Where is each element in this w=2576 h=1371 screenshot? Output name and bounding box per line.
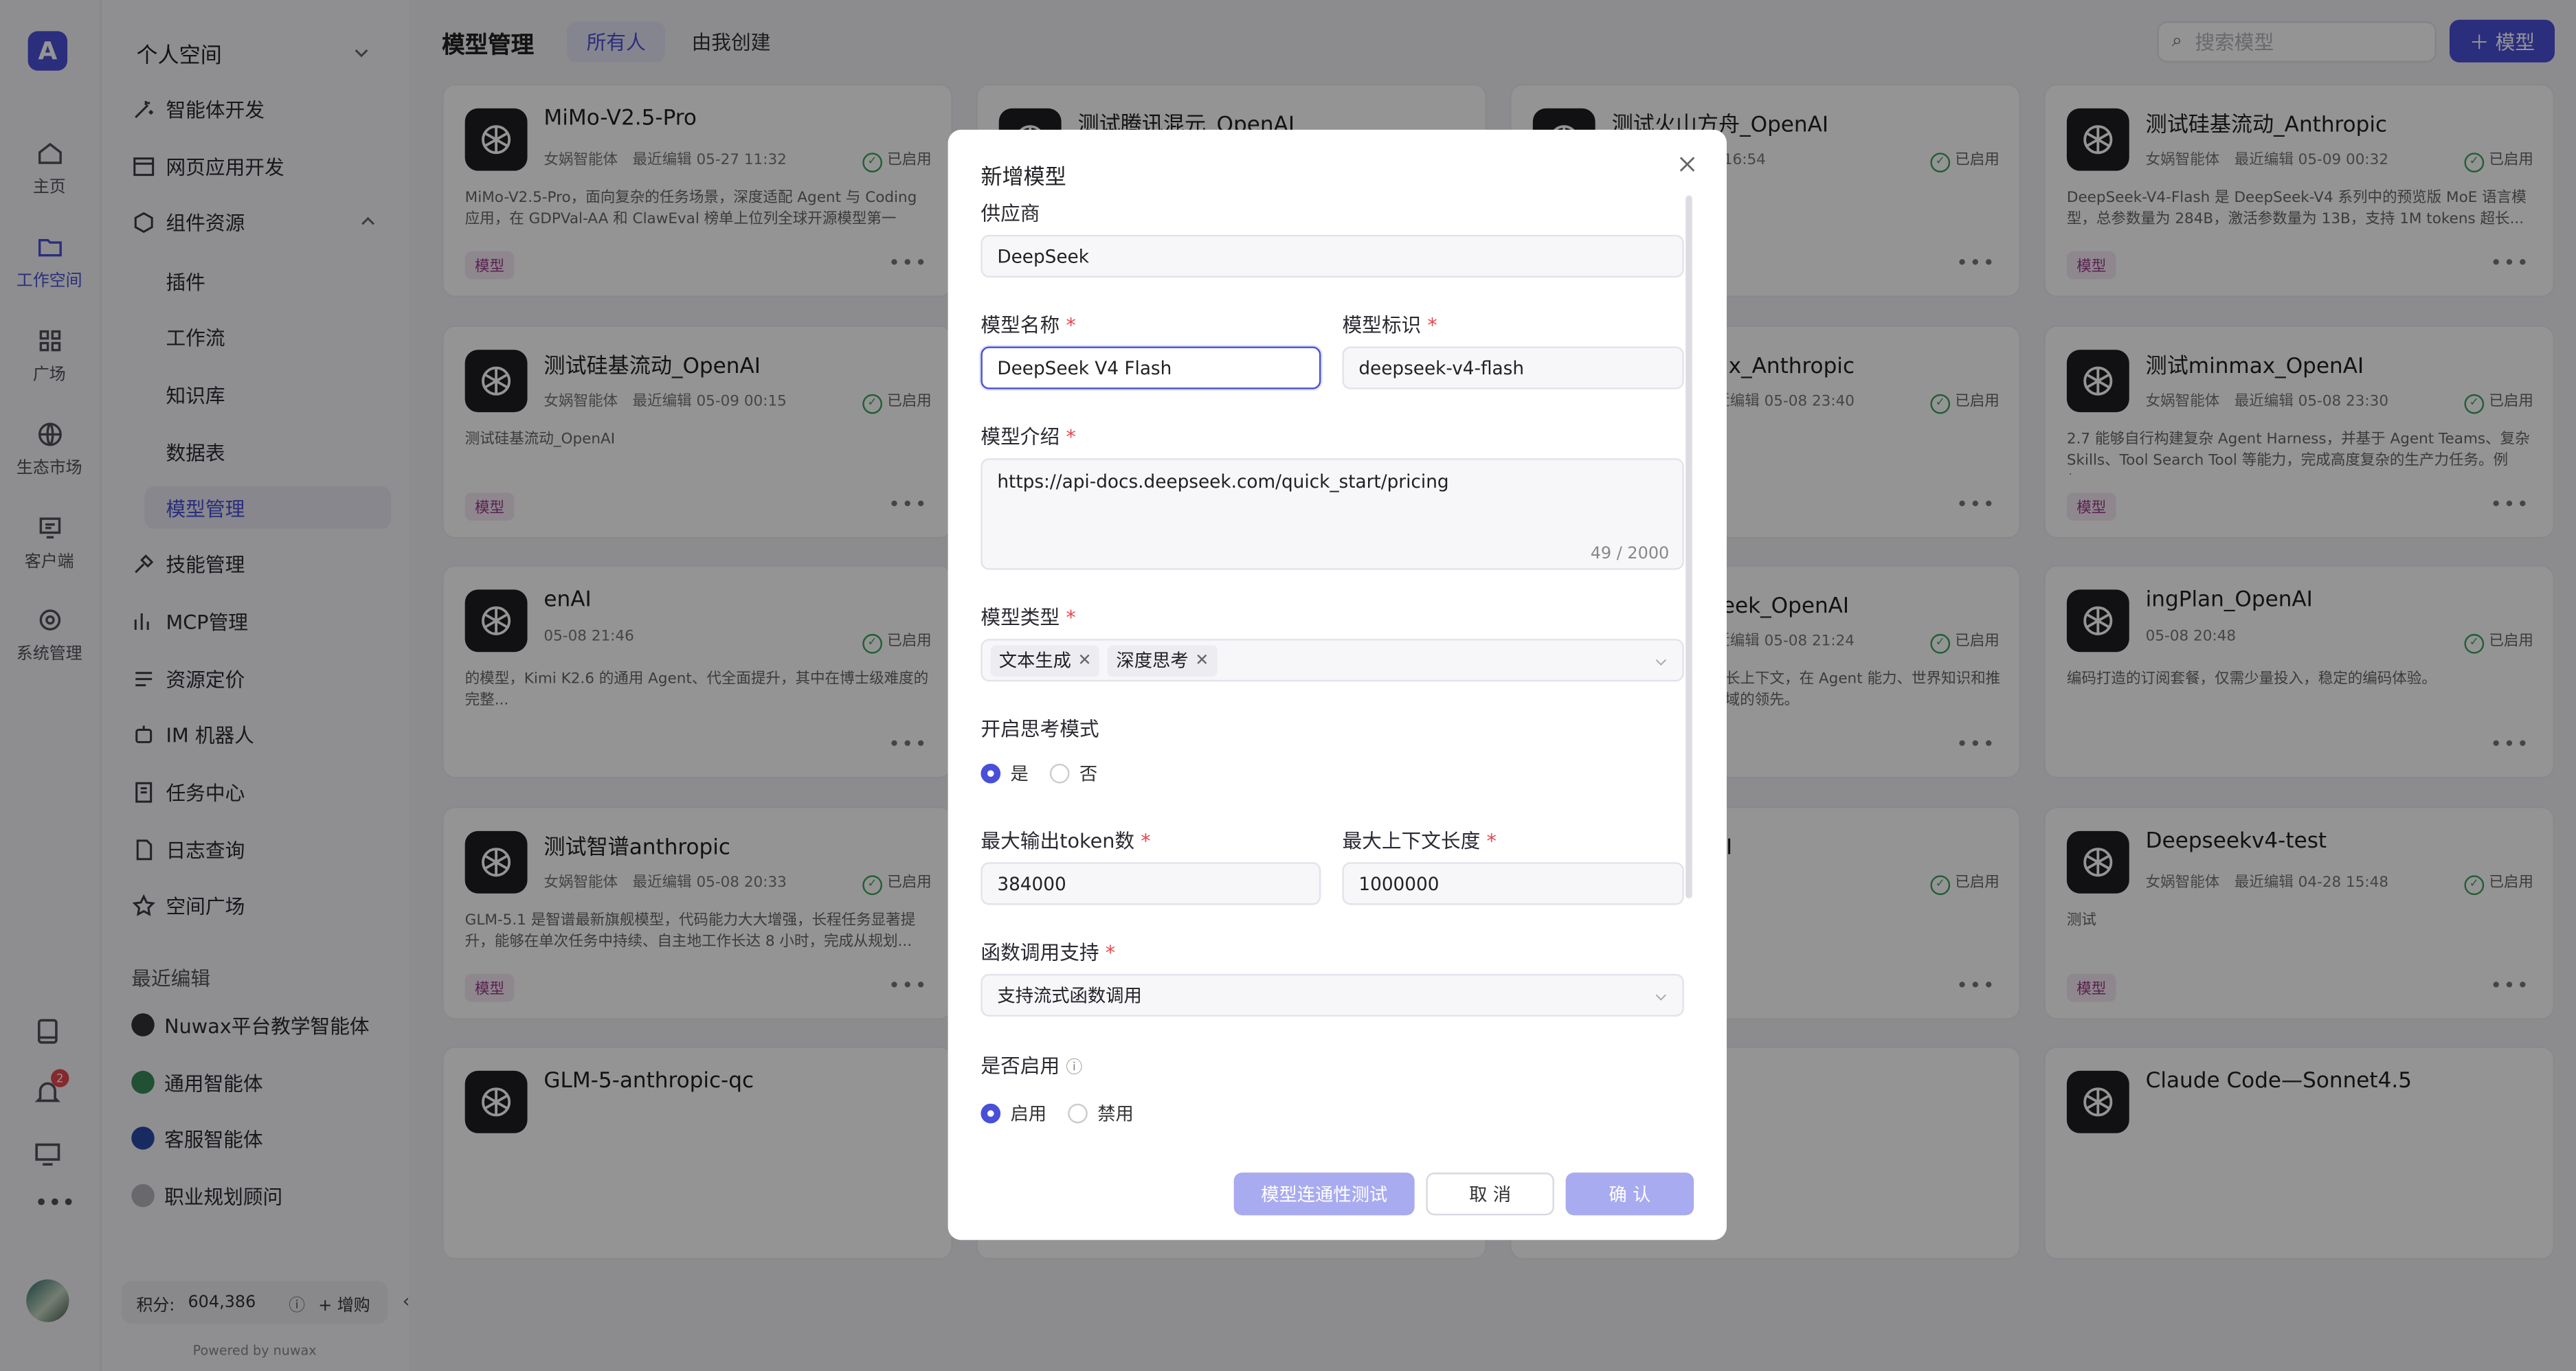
chip-label: 文本生成	[998, 650, 1071, 672]
model-type-select[interactable]: 文本生成 ✕ 深度思考 ✕	[981, 639, 1684, 682]
radio-label: 否	[1079, 763, 1098, 785]
cancel-button[interactable]: 取 消	[1426, 1172, 1554, 1216]
model-type-label: 模型类型 *	[981, 602, 1075, 631]
char-counter: 49 / 2000	[1590, 545, 1670, 564]
model-intro-textarea[interactable]: https://api-docs.deepseek.com/quick_star…	[981, 458, 1684, 570]
thinking-mode-label: 开启思考模式	[981, 717, 1099, 741]
confirm-button[interactable]: 确 认	[1565, 1172, 1694, 1216]
required-mark: *	[1066, 425, 1076, 449]
label-text: 模型介绍	[981, 425, 1060, 449]
provider-label: 供应商	[981, 202, 1040, 225]
enable-on-radio[interactable]: 启用	[981, 1100, 1046, 1126]
dialog-scrollbar[interactable]	[1685, 195, 1692, 898]
function-call-label: 函数调用支持 *	[981, 938, 1115, 966]
app-root: A 主页 工作空间 广场 生态市场 客户端 系统管理 2 ••• 个人空间 智能…	[0, 0, 2576, 1371]
max-context-label: 最大上下文长度 *	[1342, 826, 1496, 854]
remove-icon[interactable]: ✕	[1195, 651, 1209, 669]
type-chip: 文本生成 ✕	[990, 644, 1100, 676]
label-text: 函数调用支持	[981, 941, 1099, 964]
close-icon[interactable]	[1676, 152, 1699, 175]
radio-label: 禁用	[1097, 1103, 1134, 1125]
provider-field[interactable]: DeepSeek	[981, 234, 1684, 278]
model-intro-label: 模型介绍 *	[981, 422, 1075, 450]
radio-label: 是	[1010, 763, 1029, 785]
required-mark: *	[1105, 941, 1116, 964]
model-name-label: 模型名称 *	[981, 310, 1075, 339]
required-mark: *	[1141, 829, 1151, 852]
radio-label: 启用	[1010, 1103, 1047, 1125]
select-value: 支持流式函数调用	[997, 985, 1142, 1007]
chevron-down-icon	[1655, 659, 1666, 666]
chevron-down-icon	[1655, 994, 1666, 1001]
radio-circle	[1049, 763, 1070, 784]
intro-text: https://api-docs.deepseek.com/quick_star…	[997, 471, 1449, 493]
connectivity-test-button[interactable]: 模型连通性测试	[1233, 1172, 1415, 1216]
radio-circle	[981, 763, 1001, 784]
label-text: 最大上下文长度	[1342, 829, 1481, 852]
info-icon[interactable]: ⓘ	[1066, 1059, 1082, 1077]
required-mark: *	[1486, 829, 1497, 852]
max-context-input[interactable]: 1000000	[1342, 862, 1684, 905]
required-mark: *	[1427, 313, 1437, 337]
thinking-no-radio[interactable]: 否	[1049, 760, 1098, 786]
thinking-yes-radio[interactable]: 是	[981, 760, 1029, 786]
label-text: 模型名称	[981, 313, 1060, 337]
chip-label: 深度思考	[1116, 650, 1189, 672]
radio-circle	[1068, 1103, 1088, 1124]
remove-icon[interactable]: ✕	[1077, 651, 1091, 669]
radio-circle	[981, 1103, 1001, 1124]
model-id-label: 模型标识 *	[1342, 310, 1437, 339]
model-name-input[interactable]: DeepSeek V4 Flash	[981, 346, 1321, 389]
required-mark: *	[1066, 313, 1076, 337]
label-text: 是否启用	[981, 1054, 1060, 1078]
max-output-input[interactable]: 384000	[981, 862, 1321, 905]
required-mark: *	[1066, 606, 1076, 629]
add-model-dialog: 新增模型 供应商 DeepSeek 模型名称 * DeepSeek V4 Fla…	[948, 129, 1727, 1240]
enable-off-radio[interactable]: 禁用	[1068, 1100, 1134, 1126]
max-output-label: 最大输出token数 *	[981, 826, 1150, 854]
label-text: 模型标识	[1342, 313, 1422, 337]
dialog-title: 新增模型	[981, 166, 1066, 191]
model-id-input[interactable]: deepseek-v4-flash	[1342, 346, 1684, 389]
type-chip: 深度思考 ✕	[1108, 644, 1218, 676]
function-call-select[interactable]: 支持流式函数调用	[981, 973, 1684, 1017]
label-text: 最大输出token数	[981, 829, 1135, 852]
enable-label: 是否启用 ⓘ	[981, 1051, 1082, 1079]
label-text: 模型类型	[981, 606, 1060, 629]
